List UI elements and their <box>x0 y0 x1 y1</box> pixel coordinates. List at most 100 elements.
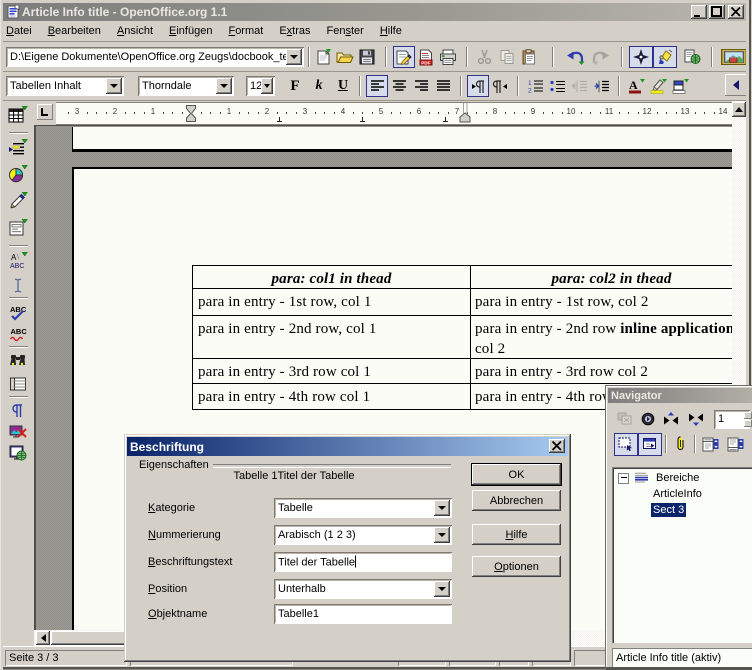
find-replace-button[interactable] <box>7 350 29 372</box>
online-layout-button[interactable] <box>7 442 29 464</box>
scroll-up-button[interactable] <box>732 102 746 117</box>
highlight-button[interactable] <box>647 75 669 97</box>
navigation-button[interactable] <box>637 409 658 429</box>
gallery-button[interactable] <box>719 46 749 68</box>
dialog-input-objektname[interactable]: Tabelle1 <box>274 604 452 624</box>
header-button[interactable] <box>699 433 722 456</box>
close-button[interactable] <box>728 5 744 19</box>
horizontal-ruler[interactable]: 3211234567891011121314 <box>56 102 732 125</box>
paste-button[interactable] <box>518 46 540 68</box>
caption-dialog[interactable]: Beschriftung Eigenschaften Tabelle 1Tite… <box>124 434 571 662</box>
justify-button[interactable] <box>432 75 454 97</box>
menu-fenster[interactable]: Fenster <box>319 23 372 39</box>
save-button[interactable] <box>356 46 378 68</box>
size-dropdown-button[interactable] <box>261 78 273 94</box>
table-cell[interactable]: para in entry - 1st row, col 1 <box>193 289 470 315</box>
font-name-combobox[interactable]: Thorndale <box>138 76 234 96</box>
open-button[interactable] <box>334 46 356 68</box>
previous-object-button[interactable] <box>659 409 682 429</box>
dialog-close-button[interactable] <box>549 439 565 453</box>
tree-item-sect3[interactable]: Sect 3 <box>612 502 752 518</box>
autospellcheck-button[interactable]: ABC <box>7 323 29 345</box>
cut-button[interactable] <box>474 46 496 68</box>
tree-item-bereiche[interactable]: Bereiche <box>612 470 752 486</box>
menu-ansicht[interactable]: Ansicht <box>109 23 161 39</box>
tree-expander-icon[interactable] <box>618 473 629 484</box>
spin-up-button[interactable] <box>744 412 752 419</box>
new-document-button[interactable] <box>312 46 334 68</box>
font-color-button[interactable]: A <box>625 75 647 97</box>
increase-indent-button[interactable] <box>590 75 612 97</box>
tab-type-selector[interactable] <box>37 104 53 120</box>
titlebar[interactable]: Article Info title - OpenOffice.org 1.1 <box>3 3 749 21</box>
export-pdf-button[interactable]: PDF <box>415 46 437 68</box>
margin-marker[interactable] <box>459 103 471 123</box>
autotext-button[interactable]: A ABC <box>7 250 29 272</box>
dropdown-button[interactable] <box>434 527 450 543</box>
hyperlink-dialog-button[interactable] <box>680 46 704 68</box>
next-object-button[interactable] <box>684 409 707 429</box>
menu-extras[interactable]: Extras <box>271 23 318 39</box>
menu-format[interactable]: Format <box>220 23 271 39</box>
footer-button[interactable] <box>724 433 747 456</box>
url-dropdown-button[interactable] <box>286 49 302 65</box>
numbering-button[interactable]: 1 2 <box>524 75 546 97</box>
page-spinner[interactable]: 1 <box>714 410 750 429</box>
table-header-cell[interactable]: para: col2 in thead <box>470 266 734 288</box>
toolbar-scroll-left-button[interactable] <box>725 74 747 96</box>
abbrechen-button[interactable]: Abbrechen <box>472 490 561 511</box>
tree-item-articleinfo[interactable]: ArticleInfo <box>612 486 752 502</box>
drag-mode-button[interactable] <box>614 433 638 456</box>
redo-button[interactable] <box>588 46 614 68</box>
font-size-combobox[interactable]: 12 <box>246 76 275 96</box>
dialog-combo-position[interactable]: Unterhalb <box>274 579 452 599</box>
align-left-button[interactable] <box>366 75 388 97</box>
navigator-toggle-button[interactable] <box>629 46 653 68</box>
align-center-button[interactable] <box>388 75 410 97</box>
scroll-left-button[interactable] <box>36 631 50 645</box>
menu-datei[interactable]: Datei <box>3 23 40 39</box>
table-header-cell[interactable]: para: col1 in thead <box>193 266 470 288</box>
menu-einfgen[interactable]: Einfügen <box>161 23 220 39</box>
insert-fields-button[interactable] <box>7 137 29 159</box>
dropdown-button[interactable] <box>434 581 450 597</box>
rtl-direction-button[interactable] <box>489 75 511 97</box>
list-box-onoff-button[interactable] <box>638 433 662 456</box>
table-cell[interactable]: para in entry - 1st row, col 2 <box>470 289 734 315</box>
style-dropdown-button[interactable] <box>106 78 122 94</box>
align-right-button[interactable] <box>410 75 432 97</box>
spellcheck-button[interactable]: ABC <box>7 301 29 323</box>
underline-button[interactable]: U <box>333 75 353 97</box>
table-cell[interactable]: para in entry - 2nd row, col 1 <box>193 316 470 358</box>
print-button[interactable] <box>437 46 459 68</box>
draw-functions-button[interactable] <box>7 190 29 212</box>
ltr-direction-button[interactable] <box>467 75 489 97</box>
spin-down-button[interactable] <box>744 420 752 427</box>
indent-marker[interactable] <box>186 105 196 122</box>
bullets-button[interactable] <box>546 75 568 97</box>
italic-button[interactable]: k <box>309 75 329 97</box>
form-functions-button[interactable] <box>7 217 29 239</box>
nonprinting-characters-button[interactable] <box>7 399 29 421</box>
ok-button[interactable]: OK <box>472 464 561 485</box>
table-cell[interactable]: para in entry - 3rd row col 1 <box>193 359 470 383</box>
dialog-input-beschriftungstext[interactable]: Titel der Tabelle <box>274 552 452 572</box>
font-dropdown-button[interactable] <box>216 78 232 94</box>
menu-bearbeiten[interactable]: Bearbeiten <box>40 23 109 39</box>
data-sources-button[interactable] <box>7 373 29 395</box>
optionen-button[interactable]: Optionen <box>472 556 561 577</box>
navigator-titlebar[interactable]: Navigator <box>608 388 752 403</box>
document-list[interactable]: Article Info title (aktiv) <box>612 648 752 667</box>
table-cell[interactable]: para in entry - 3rd row col 2 <box>470 359 734 383</box>
paragraph-style-combobox[interactable]: Tabellen Inhalt <box>6 76 124 96</box>
undo-button[interactable] <box>562 46 588 68</box>
minimize-button[interactable] <box>691 5 707 19</box>
background-color-button[interactable] <box>669 75 691 97</box>
copy-button[interactable] <box>496 46 518 68</box>
url-combobox[interactable]: D:\Eigene Dokumente\OpenOffice.org Zeugs… <box>6 47 304 67</box>
table-cell[interactable]: para in entry - 2nd row inline applicati… <box>470 316 734 358</box>
navigator-tree[interactable]: BereicheArticleInfoSect 3 <box>612 467 752 643</box>
set-reminder-button[interactable] <box>670 433 691 456</box>
dialog-combo-kategorie[interactable]: Tabelle <box>274 498 452 518</box>
graphics-onoff-button[interactable] <box>7 421 29 443</box>
